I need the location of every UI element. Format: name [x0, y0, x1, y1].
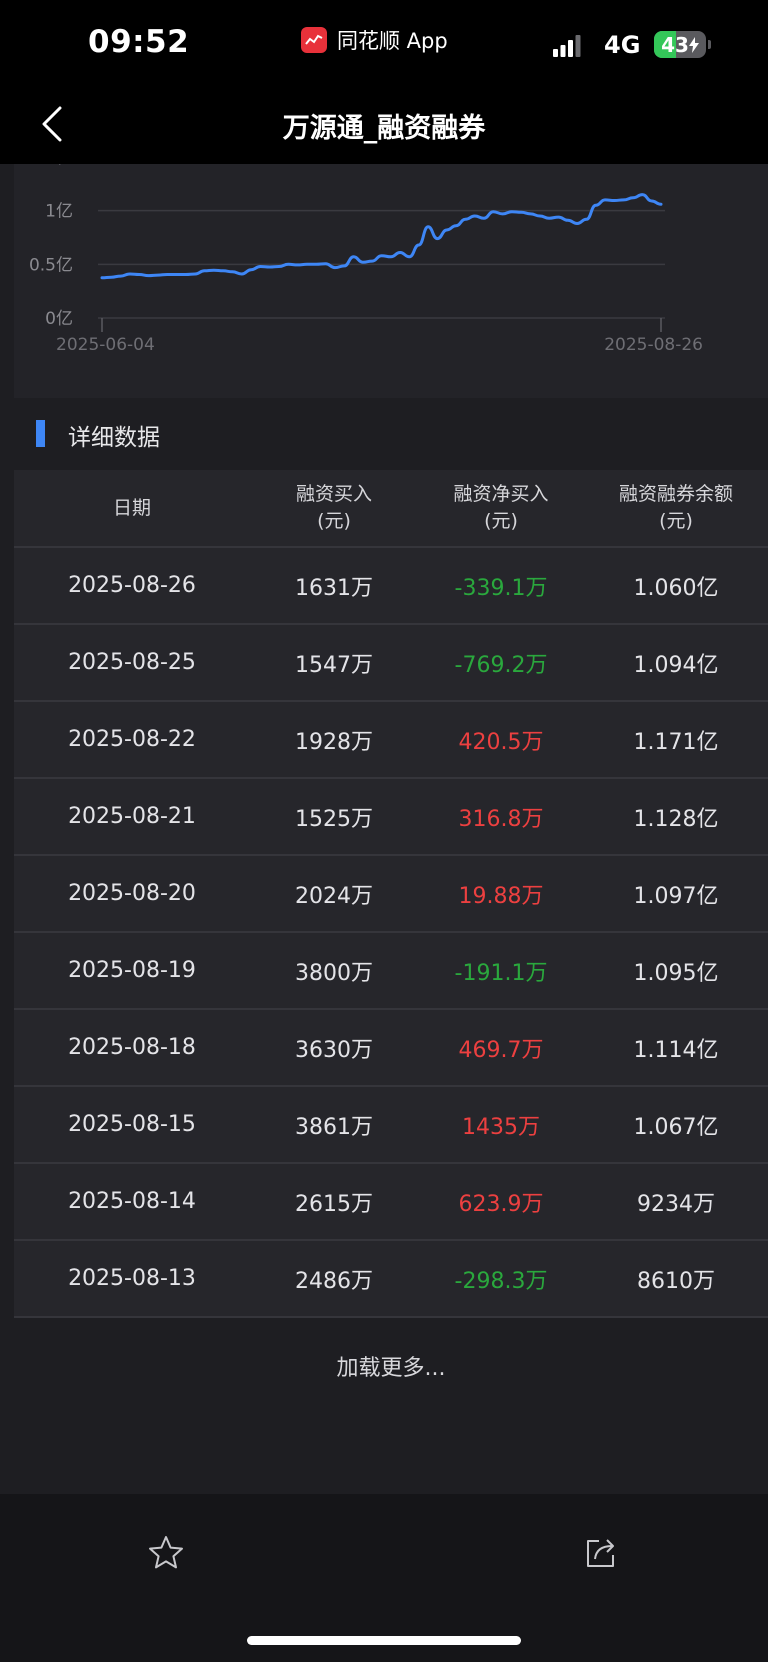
- header-date: 日期: [14, 470, 250, 546]
- table-row[interactable]: 2025-08-26 1631万 -339.1万 1.060亿: [14, 548, 768, 625]
- cell-net-buy: 469.7万: [458, 1037, 544, 1063]
- cell-balance: 1.114亿: [633, 1037, 719, 1063]
- header-net-buy-unit: (元): [484, 510, 518, 532]
- header-financing-buy-unit: (元): [317, 510, 351, 532]
- header-balance-unit: (元): [659, 510, 693, 532]
- cell-balance: 8610万: [637, 1268, 715, 1294]
- cell-balance: 1.097亿: [633, 883, 719, 909]
- table-row[interactable]: 2025-08-14 2615万 623.9万 9234万: [14, 1164, 768, 1241]
- nav-bar: 万源通_融资融券: [0, 86, 768, 164]
- cell-financing-buy: 3800万: [295, 960, 373, 986]
- cell-balance: 1.067亿: [633, 1114, 719, 1140]
- charging-bolt-icon: [688, 36, 699, 53]
- cell-financing-buy: 3861万: [295, 1114, 373, 1140]
- section-accent-bar: [36, 420, 45, 447]
- table-row[interactable]: 2025-08-20 2024万 19.88万 1.097亿: [14, 856, 768, 933]
- table-header: 日期 融资买入 (元) 融资净买入 (元) 融资融券余额 (元): [14, 470, 768, 548]
- table-row[interactable]: 2025-08-19 3800万 -191.1万 1.095亿: [14, 933, 768, 1010]
- cell-balance: 9234万: [637, 1191, 715, 1217]
- share-icon: [587, 1539, 614, 1567]
- status-app-indicator[interactable]: 同花顺 App: [301, 26, 448, 54]
- back-button[interactable]: [30, 102, 74, 146]
- cell-net-buy: 1435万: [462, 1114, 540, 1140]
- section-header: 详细数据: [14, 400, 768, 470]
- cell-net-buy: -769.2万: [454, 652, 548, 678]
- cell-date: 2025-08-15: [68, 1112, 196, 1137]
- signal-icon: [553, 35, 581, 57]
- cell-date: 2025-08-22: [68, 727, 196, 752]
- y-tick-label: 1.5亿: [29, 164, 73, 168]
- section-title: 详细数据: [68, 425, 160, 451]
- cell-balance: 1.095亿: [633, 960, 719, 986]
- chevron-left-icon: [42, 106, 62, 142]
- cell-net-buy: 19.88万: [458, 883, 544, 909]
- star-icon: [149, 1536, 183, 1569]
- cell-financing-buy: 1525万: [295, 806, 373, 832]
- header-net-buy-label: 融资净买入: [453, 483, 549, 505]
- cell-date: 2025-08-14: [68, 1189, 196, 1214]
- cell-financing-buy: 1631万: [295, 575, 373, 601]
- table-row[interactable]: 2025-08-18 3630万 469.7万 1.114亿: [14, 1010, 768, 1087]
- table-row[interactable]: 2025-08-13 2486万 -298.3万 8610万: [14, 1241, 768, 1318]
- network-type: 4G: [604, 31, 641, 59]
- cell-balance: 1.094亿: [633, 652, 719, 678]
- load-more-button[interactable]: 加载更多...: [14, 1332, 768, 1400]
- cell-financing-buy: 3630万: [295, 1037, 373, 1063]
- header-financing-buy: 融资买入 (元): [250, 470, 418, 546]
- cell-net-buy: 316.8万: [458, 806, 544, 832]
- app-logo-icon: [301, 27, 327, 53]
- cell-date: 2025-08-20: [68, 881, 196, 906]
- battery-level-text: 43: [661, 32, 689, 57]
- cell-date: 2025-08-13: [68, 1266, 196, 1291]
- header-date-label: 日期: [112, 496, 151, 519]
- cell-financing-buy: 2486万: [295, 1268, 373, 1294]
- status-app-label: 同花顺 App: [337, 29, 448, 53]
- table-row[interactable]: 2025-08-15 3861万 1435万 1.067亿: [14, 1087, 768, 1164]
- page-title: 万源通_融资融券: [282, 112, 486, 144]
- cell-balance: 1.128亿: [633, 806, 719, 832]
- x-tick-label: 2025-08-26: [604, 335, 703, 355]
- series-line: [100, 193, 663, 280]
- cell-balance: 1.171亿: [633, 729, 719, 755]
- cell-net-buy: 420.5万: [458, 729, 544, 755]
- cell-net-buy: -191.1万: [454, 960, 548, 986]
- cell-date: 2025-08-18: [68, 1035, 196, 1060]
- cell-financing-buy: 1928万: [295, 729, 373, 755]
- margin-table: 日期 融资买入 (元) 融资净买入 (元) 融资融券余额 (元) 2025-08…: [14, 470, 768, 1318]
- cell-balance: 1.060亿: [633, 575, 719, 601]
- x-tick-label: 2025-06-04: [56, 335, 155, 355]
- table-row[interactable]: 2025-08-22 1928万 420.5万 1.171亿: [14, 702, 768, 779]
- home-indicator: [247, 1636, 521, 1645]
- battery-icon: 43: [654, 31, 706, 58]
- cell-financing-buy: 2024万: [295, 883, 373, 909]
- y-tick-label: 0.5亿: [29, 255, 73, 275]
- margin-balance-chart: 1.5亿 1亿 0.5亿 0亿 2025-06-04 2025-08-26: [29, 164, 703, 355]
- header-balance: 融资融券余额 (元): [584, 470, 768, 546]
- cell-date: 2025-08-25: [68, 650, 196, 675]
- share-button[interactable]: [578, 1528, 626, 1576]
- header-financing-buy-label: 融资买入: [295, 483, 372, 505]
- table-row[interactable]: 2025-08-25 1547万 -769.2万 1.094亿: [14, 625, 768, 702]
- status-bar: 09:52 同花顺 App 4G 43: [0, 0, 768, 86]
- cell-net-buy: 623.9万: [458, 1191, 544, 1217]
- cell-net-buy: -339.1万: [454, 575, 548, 601]
- content-area: 1.5亿 1亿 0.5亿 0亿 2025-06-04 2025-08-26 详细数据 日期…: [0, 164, 768, 1494]
- cell-date: 2025-08-21: [68, 804, 196, 829]
- header-balance-label: 融资融券余额: [618, 483, 733, 505]
- header-net-buy: 融资净买入 (元): [418, 470, 584, 546]
- cell-net-buy: -298.3万: [454, 1268, 548, 1294]
- y-tick-label: 0亿: [45, 309, 73, 329]
- favorite-button[interactable]: [142, 1528, 190, 1576]
- table-row[interactable]: 2025-08-21 1525万 316.8万 1.128亿: [14, 779, 768, 856]
- battery-level: 43: [654, 31, 706, 58]
- battery-nub: [708, 40, 711, 49]
- cell-financing-buy: 1547万: [295, 652, 373, 678]
- chart-card: 1.5亿 1亿 0.5亿 0亿 2025-06-04 2025-08-26: [14, 164, 768, 398]
- cell-date: 2025-08-19: [68, 958, 196, 983]
- cell-date: 2025-08-26: [68, 573, 196, 598]
- status-time: 09:52: [88, 24, 190, 60]
- cell-financing-buy: 2615万: [295, 1191, 373, 1217]
- y-tick-label: 1亿: [45, 202, 73, 222]
